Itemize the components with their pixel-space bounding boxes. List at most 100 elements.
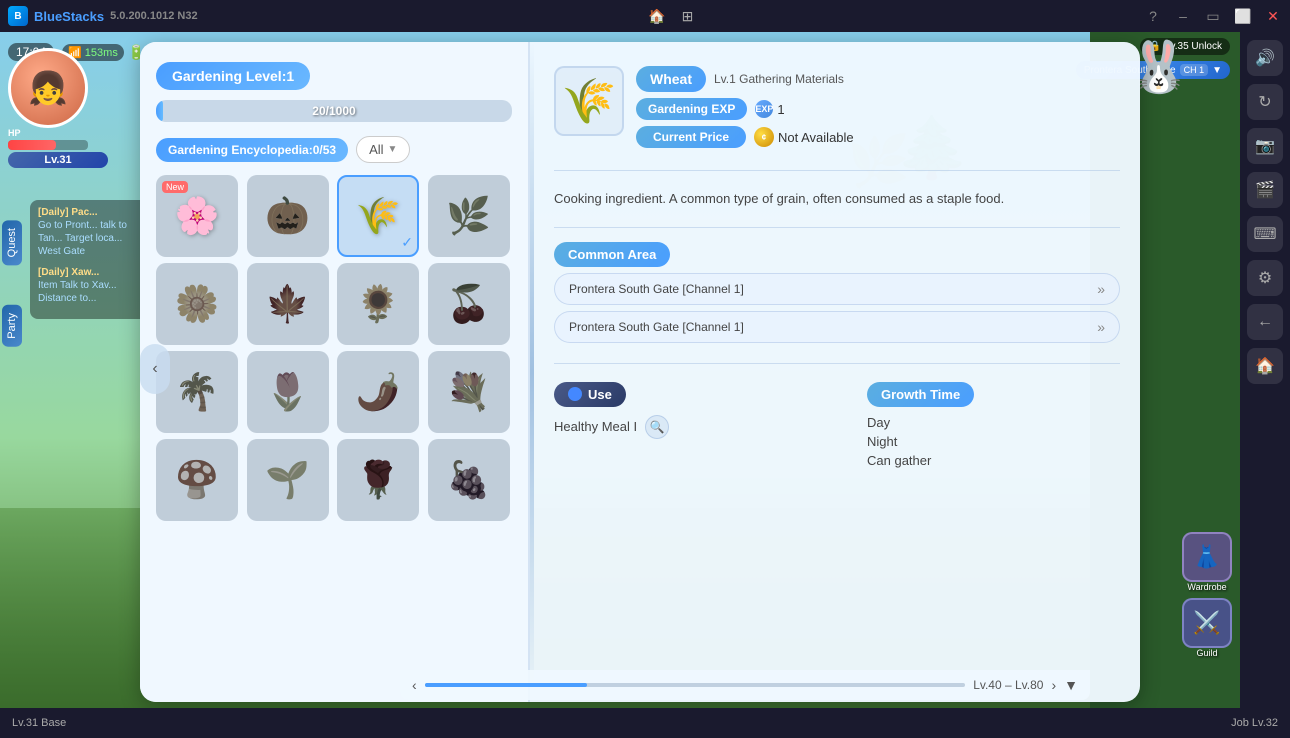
item-info-tags: Wheat Lv.1 Gathering Materials Gardening…	[636, 66, 1120, 148]
exp-value-text: 1	[777, 102, 784, 117]
main-panel: Gardening Level:1 20/1000 Gardening Ency…	[140, 42, 1140, 702]
use-btn[interactable]: Use	[554, 382, 626, 407]
use-btn-icon	[568, 387, 582, 401]
encyclopedia-header: Gardening Encyclopedia:0/53 All ▼	[156, 136, 512, 163]
nav-arrow-left[interactable]: ‹	[140, 344, 170, 394]
bs-sidebar: 🔊 ↻ 📷 🎬 ⌨ ⚙ ← 🏠	[1240, 32, 1290, 708]
gardening-exp-row: Gardening EXP EXP 1	[636, 98, 1120, 120]
current-price-row: Current Price ¢ Not Available	[636, 126, 1120, 148]
rotate-btn[interactable]: ↻	[1247, 84, 1283, 120]
home-icon[interactable]: 🏠	[648, 8, 665, 25]
location-arrow-0: »	[1097, 281, 1105, 297]
exp-bar-fill	[156, 100, 163, 122]
item-header: 🌾 Wheat Lv.1 Gathering Materials Gardeni…	[554, 66, 1120, 148]
item-emoji-0: 🌸	[175, 195, 220, 237]
filter-dropdown-icon: ▼	[388, 144, 398, 155]
item-cell-11[interactable]: 💐	[428, 351, 510, 433]
quest-side-btn[interactable]: Quest	[2, 220, 22, 265]
item-cell-14[interactable]: 🌹	[337, 439, 419, 521]
item-cell-12[interactable]: 🍄	[156, 439, 238, 521]
app-name: BlueStacks	[34, 9, 104, 24]
slider-label: Lv.40 – Lv.80	[973, 678, 1043, 692]
price-text: Not Available	[778, 130, 854, 145]
left-panel: Gardening Level:1 20/1000 Gardening Ency…	[140, 42, 530, 702]
back-btn[interactable]: ←	[1247, 304, 1283, 340]
player-level-badge: Lv.31	[8, 152, 108, 168]
app-logo: B BlueStacks 5.0.200.1012 N32	[8, 6, 198, 26]
quest-panel: [Daily] Pac... Go to Pront... talk to Ta…	[30, 200, 150, 319]
item-description: Cooking ingredient. A common type of gra…	[554, 185, 1120, 213]
item-emoji-11: 💐	[446, 371, 491, 413]
volume-btn[interactable]: 🔊	[1247, 40, 1283, 76]
side-buttons: Quest Party	[2, 220, 22, 347]
item-cell-2[interactable]: 🌾✓	[337, 175, 419, 257]
settings-icon[interactable]: –	[1174, 7, 1192, 25]
item-emoji-10: 🌶️	[356, 371, 401, 413]
home-side-btn[interactable]: 🏠	[1247, 348, 1283, 384]
bottom-slider-bar: ‹ Lv.40 – Lv.80 › ▼	[400, 670, 1090, 700]
item-emoji-1: 🎃	[265, 195, 310, 237]
item-emoji-large: 🌾	[562, 75, 617, 127]
item-cell-10[interactable]: 🌶️	[337, 351, 419, 433]
item-emoji-15: 🍇	[446, 459, 491, 501]
current-price-label: Current Price	[636, 126, 746, 148]
quest-2-title: [Daily] Xaw...	[38, 266, 142, 279]
bottom-bar-right: Job Lv.32	[1231, 717, 1278, 729]
dropdown-icon: ▼	[1212, 65, 1222, 76]
minimize-btn[interactable]: ▭	[1204, 7, 1222, 25]
slider-track[interactable]	[425, 683, 966, 687]
item-emoji-7: 🍒	[446, 283, 491, 325]
item-cell-9[interactable]: 🌷	[247, 351, 329, 433]
coin-icon: ¢	[754, 127, 774, 147]
character-avatar[interactable]: 👧 HP Lv.31	[8, 48, 108, 148]
use-item-name: Healthy Meal I	[554, 419, 637, 434]
titlebar-controls: ? – ▭ ⬜ ✕	[1144, 7, 1282, 25]
item-emoji-14: 🌹	[356, 459, 401, 501]
guild-btn[interactable]: ⚔️ Guild	[1182, 598, 1232, 658]
screenshot-btn[interactable]: 📷	[1247, 128, 1283, 164]
location-text-0: Prontera South Gate [Channel 1]	[569, 282, 744, 296]
location-item-1[interactable]: Prontera South Gate [Channel 1]»	[554, 311, 1120, 343]
settings-side-btn[interactable]: ⚙	[1247, 260, 1283, 296]
growth-time-item-0: Day	[867, 415, 1120, 430]
item-emoji-4: 🌼	[175, 283, 220, 325]
search-btn[interactable]: 🔍	[645, 415, 669, 439]
help-icon[interactable]: ?	[1144, 7, 1162, 25]
wardrobe-btn[interactable]: 👗 Wardrobe	[1182, 532, 1232, 592]
item-cell-13[interactable]: 🌱	[247, 439, 329, 521]
use-section: Use Healthy Meal I 🔍	[554, 382, 807, 439]
avatar-circle: 👧	[8, 48, 88, 128]
encyclopedia-badge: Gardening Encyclopedia:0/53	[156, 138, 348, 162]
filter-all-btn[interactable]: All ▼	[356, 136, 410, 163]
layout-icon[interactable]: ⊞	[682, 8, 694, 25]
gardening-exp-value: EXP 1	[755, 100, 784, 118]
item-cell-0[interactable]: 🌸	[156, 175, 238, 257]
item-cell-1[interactable]: 🎃	[247, 175, 329, 257]
slider-left-arrow[interactable]: ‹	[412, 677, 417, 693]
item-name-tag: Wheat	[636, 66, 706, 92]
slider-down-arrow[interactable]: ▼	[1064, 677, 1078, 693]
wardrobe-label: Wardrobe	[1187, 582, 1226, 592]
quest-item-2[interactable]: [Daily] Xaw... Item Talk to Xav... Dista…	[38, 266, 142, 305]
close-btn[interactable]: ✕	[1264, 7, 1282, 25]
growth-time-item-2: Can gather	[867, 453, 1120, 468]
quest-item-1[interactable]: [Daily] Pac... Go to Pront... talk to Ta…	[38, 206, 142, 258]
bottom-bar-left: Lv.31 Base	[12, 717, 1231, 729]
location-item-0[interactable]: Prontera South Gate [Channel 1] »	[554, 273, 1120, 305]
maximize-btn[interactable]: ⬜	[1234, 7, 1252, 25]
item-cell-15[interactable]: 🍇	[428, 439, 510, 521]
item-emoji-3: 🌿	[446, 195, 491, 237]
party-side-btn[interactable]: Party	[2, 305, 22, 347]
video-btn[interactable]: 🎬	[1247, 172, 1283, 208]
item-emoji-8: 🌴	[175, 371, 220, 413]
item-cell-5[interactable]: 🍁	[247, 263, 329, 345]
quest-1-title: [Daily] Pac...	[38, 206, 142, 219]
slider-right-arrow[interactable]: ›	[1051, 677, 1056, 693]
item-cell-3[interactable]: 🌿	[428, 175, 510, 257]
quest-1-text: Go to Pront... talk to Tan... Target loc…	[38, 219, 142, 258]
keyboard-btn[interactable]: ⌨	[1247, 216, 1283, 252]
item-cell-7[interactable]: 🍒	[428, 263, 510, 345]
item-cell-4[interactable]: 🌼	[156, 263, 238, 345]
item-cell-6[interactable]: 🌻	[337, 263, 419, 345]
growth-time-item-1: Night	[867, 434, 1120, 449]
